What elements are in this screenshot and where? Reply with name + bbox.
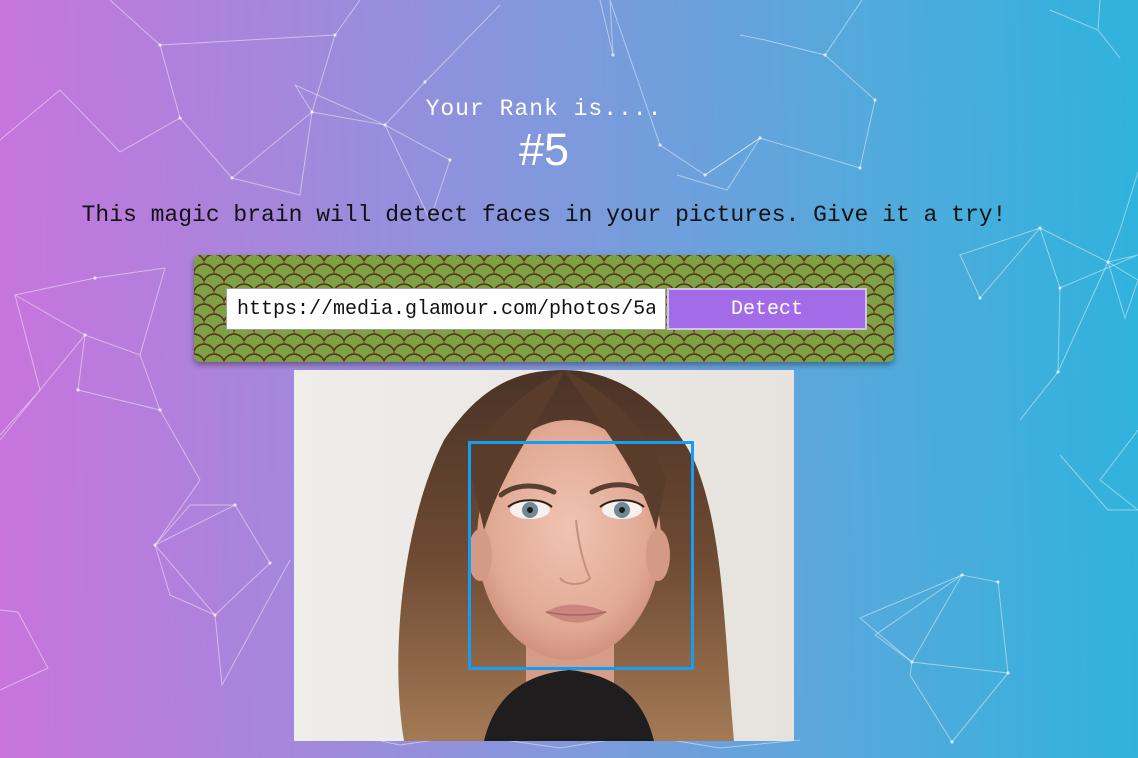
detect-button[interactable]: Detect — [667, 288, 867, 330]
uploaded-photo — [294, 370, 794, 741]
rank-value: #5 — [518, 124, 570, 175]
rank-label: Your Rank is.... — [425, 96, 663, 122]
image-link-form: Detect — [194, 255, 894, 362]
image-url-input[interactable] — [226, 288, 666, 330]
face-bounding-box — [468, 441, 694, 670]
tagline: This magic brain will detect faces in yo… — [81, 202, 1007, 228]
